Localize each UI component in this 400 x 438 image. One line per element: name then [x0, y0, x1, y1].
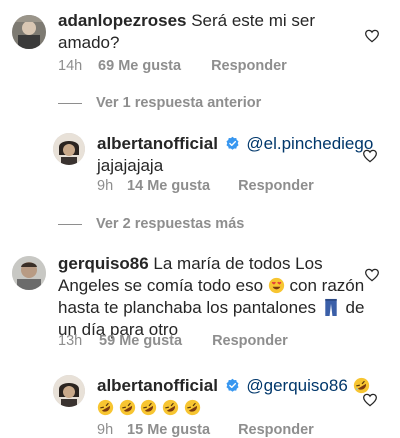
heart-outline-icon[interactable] [362, 392, 378, 408]
divider-line [58, 102, 82, 104]
rolling-on-floor-laughing-icon [97, 399, 114, 416]
comment-text-cont: de [340, 298, 365, 317]
avatar[interactable] [53, 133, 85, 165]
comment-text-cont: hasta te planchaba los pantalones [58, 298, 321, 317]
smiling-face-with-heart-eyes-icon [268, 277, 284, 294]
rolling-on-floor-laughing-icon [119, 399, 135, 416]
heart-outline-icon[interactable] [364, 267, 380, 283]
avatar[interactable] [12, 15, 46, 49]
heart-outline-icon[interactable] [364, 28, 380, 44]
mention-link[interactable]: @el.pinchediego [246, 134, 373, 153]
mention-link[interactable]: @gerquiso86 [246, 376, 347, 395]
rolling-on-floor-laughing-icon [163, 399, 179, 416]
comment-text: La maría de todos Los [148, 254, 323, 273]
reply-button[interactable]: Responder [238, 178, 314, 194]
verified-badge-icon [226, 136, 239, 150]
divider-line [58, 223, 82, 225]
view-previous-reply-label: Ver 1 respuesta anterior [96, 95, 262, 111]
likes-count[interactable]: 59 Me gusta [99, 333, 182, 349]
comment-text-cont: con razón [284, 276, 365, 295]
likes-count[interactable]: 14 Me gusta [127, 178, 210, 194]
comment-text-cont: amado? [58, 33, 120, 52]
comment-username[interactable]: adanlopezroses [58, 11, 187, 30]
rolling-on-floor-laughing-icon [141, 399, 157, 416]
view-previous-reply-button[interactable]: Ver 1 respuesta anterior [58, 95, 261, 111]
likes-count[interactable]: 69 Me gusta [98, 58, 181, 74]
reply-button[interactable]: Responder [211, 58, 287, 74]
avatar[interactable] [12, 256, 46, 290]
comment-time: 14h [58, 58, 83, 74]
comment-time: 13h [58, 333, 83, 349]
verified-badge-icon [226, 378, 239, 392]
view-more-replies-label: Ver 2 respuestas más [96, 216, 245, 232]
likes-count[interactable]: 15 Me gusta [127, 422, 210, 438]
reply-button[interactable]: Responder [212, 333, 288, 349]
comment-text: Será este mi ser [186, 11, 315, 30]
comment-time: 9h [97, 178, 114, 194]
reply-button[interactable]: Responder [238, 422, 314, 438]
avatar[interactable] [53, 375, 85, 407]
comment-username[interactable]: albertanofficial [97, 376, 218, 395]
rolling-on-floor-laughing-icon [184, 399, 201, 416]
comment-text-cont: Angeles se comía todo eso [58, 276, 268, 295]
jeans-icon [325, 298, 337, 317]
comment-username[interactable]: albertanofficial [97, 134, 218, 153]
heart-outline-icon[interactable] [362, 148, 378, 164]
view-more-replies-button[interactable]: Ver 2 respuestas más [58, 216, 244, 232]
comment-text: jajajajaja [97, 156, 164, 175]
comment-time: 9h [97, 422, 114, 438]
comment-username[interactable]: gerquiso86 [58, 254, 149, 273]
reaction-emojis [97, 398, 201, 417]
